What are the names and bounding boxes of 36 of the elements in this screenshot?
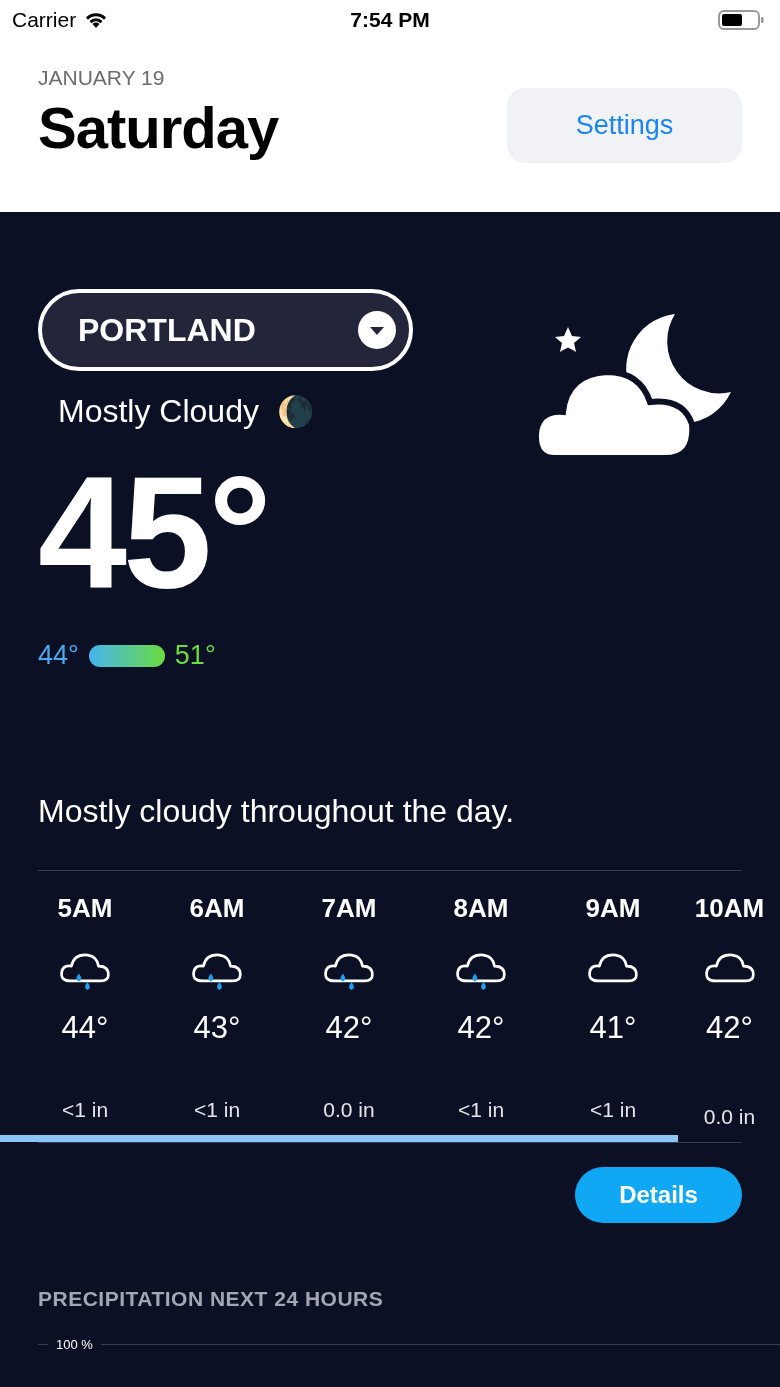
section-heading: PRECIPITATION NEXT 24 HOURS [38,1287,385,1311]
day-title: Saturday [38,94,279,161]
hour-temperature: 42° [457,1010,505,1046]
hour-temperature: 42° [325,1010,373,1046]
hour-label: 5AM [57,893,113,924]
battery-icon [718,9,764,31]
hour-precipitation: <1 in [457,1098,505,1122]
hour-label: 6AM [189,893,245,924]
hour-label: 9AM [585,893,641,924]
hour-precipitation: 0.0 in [703,1105,756,1129]
hour-temperature: 42° [706,1010,753,1046]
date-label: JANUARY 19 [38,66,166,90]
wifi-icon [84,11,109,29]
hour-precipitation: <1 in [61,1098,109,1122]
clock: 7:54 PM [350,8,430,32]
hour-label: 7AM [321,893,377,924]
hour-label: 10AM [694,893,765,924]
moon-icon: 🌘 [276,394,314,429]
hour-temperature: 43° [193,1010,241,1046]
high-temperature: 51° [174,640,216,671]
dropdown-icon [357,310,397,350]
hour-precipitation: <1 in [193,1098,241,1122]
hour-precipitation: 0.0 in [323,1098,375,1122]
condition-label: Mostly Cloudy [58,393,259,430]
location-dropdown[interactable]: PORTLAND [38,289,413,371]
settings-button[interactable]: Settings [507,88,742,163]
current-temperature: 45° [38,452,268,612]
hour-precipitation: <1 in [589,1098,637,1122]
hour-temperature: 44° [61,1010,109,1046]
details-button[interactable]: Details [575,1167,742,1223]
hour-label: 8AM [453,893,509,924]
hour-temperature: 41° [589,1010,637,1046]
axis-label: 100 % [56,1337,93,1352]
carrier-label: Carrier [12,8,77,32]
low-temperature: 44° [38,640,79,671]
forecast-description: Mostly cloudy throughout the day. [38,793,516,830]
